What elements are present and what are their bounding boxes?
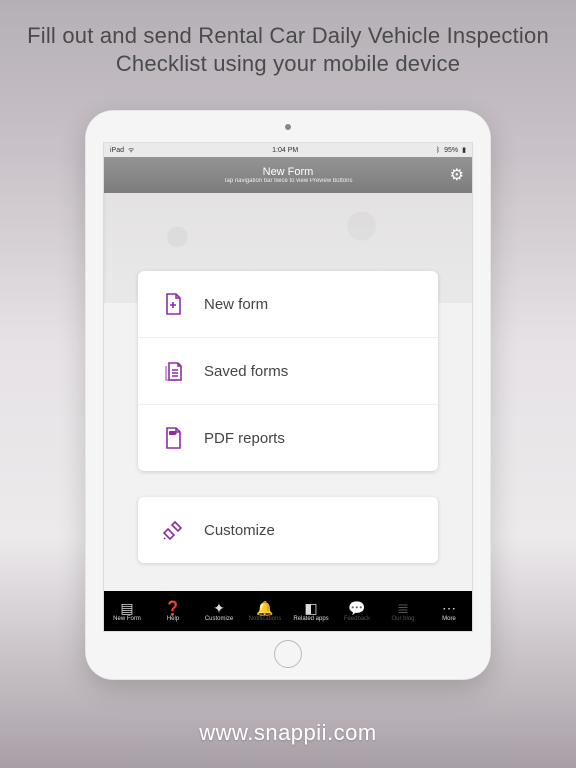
menu-label: Saved forms xyxy=(204,363,288,380)
clock-label: 1:04 PM xyxy=(272,147,298,154)
tab-label: Our blog xyxy=(391,616,414,622)
tab-help[interactable]: ❓ Help xyxy=(150,601,196,622)
secondary-menu-card: Customize xyxy=(138,497,438,563)
menu-item-customize[interactable]: Customize xyxy=(138,497,438,563)
nav-title: New Form Tap navigation bar twice to vie… xyxy=(223,166,352,185)
tab-new-form[interactable]: ▤ New Form xyxy=(104,601,150,622)
battery-icon: ▮ xyxy=(462,146,466,154)
menu-label: PDF reports xyxy=(204,430,285,447)
tab-more[interactable]: ⋯ More xyxy=(426,601,472,622)
carrier-label: iPad xyxy=(110,147,124,154)
device-screen: iPad ᯤ 1:04 PM ᛒ 95% ▮ New Form Tap navi… xyxy=(103,142,473,632)
tab-notifications[interactable]: 🔔 Notifications xyxy=(242,601,288,622)
menu-item-saved-forms[interactable]: Saved forms xyxy=(138,338,438,405)
footer-url: www.snappii.com xyxy=(0,720,576,746)
rss-icon: ≣ xyxy=(397,601,409,615)
tab-label: Customize xyxy=(205,616,233,622)
status-bar: iPad ᯤ 1:04 PM ᛒ 95% ▮ xyxy=(104,143,472,157)
battery-label: 95% xyxy=(444,147,458,154)
tab-label: Feedback xyxy=(344,616,370,622)
form-icon: ▤ xyxy=(120,601,133,615)
tab-feedback[interactable]: 💬 Feedback xyxy=(334,601,380,622)
menu-item-pdf-reports[interactable]: PDF PDF reports xyxy=(138,405,438,471)
tools-icon: ✦ xyxy=(213,601,225,615)
menu-label: Customize xyxy=(204,522,275,539)
tab-bar: ▤ New Form ❓ Help ✦ Customize 🔔 Notifica… xyxy=(104,591,472,631)
tab-label: More xyxy=(442,616,456,622)
promo-headline: Fill out and send Rental Car Daily Vehic… xyxy=(0,0,576,78)
customize-icon xyxy=(160,517,186,543)
tab-label: Notifications xyxy=(249,616,282,622)
nav-bar[interactable]: New Form Tap navigation bar twice to vie… xyxy=(104,157,472,193)
pdf-reports-icon: PDF xyxy=(160,425,186,451)
tab-label: New Form xyxy=(113,616,141,622)
chat-icon: 💬 xyxy=(348,601,365,615)
home-button[interactable] xyxy=(274,640,302,668)
menu-item-new-form[interactable]: New form xyxy=(138,271,438,338)
more-icon: ⋯ xyxy=(442,601,456,615)
tab-customize[interactable]: ✦ Customize xyxy=(196,601,242,622)
tab-our-blog[interactable]: ≣ Our blog xyxy=(380,601,426,622)
device-camera xyxy=(285,124,291,130)
nav-subtitle: Tap navigation bar twice to view Preview… xyxy=(223,178,352,185)
bell-icon: 🔔 xyxy=(256,601,273,615)
gear-icon: ⚙ xyxy=(450,167,464,184)
nav-title-text: New Form xyxy=(263,166,314,178)
new-form-icon xyxy=(160,291,186,317)
tab-label: Help xyxy=(167,616,179,622)
wifi-icon: ᯤ xyxy=(128,146,134,155)
saved-forms-icon xyxy=(160,358,186,384)
tab-label: Related apps xyxy=(293,616,328,622)
settings-button[interactable]: ⚙ xyxy=(450,165,464,185)
menu-label: New form xyxy=(204,296,268,313)
help-icon: ❓ xyxy=(164,601,181,615)
tab-related-apps[interactable]: ◧ Related apps xyxy=(288,601,334,622)
main-menu-card: New form Saved forms PDF xyxy=(138,271,438,471)
svg-text:PDF: PDF xyxy=(170,431,176,435)
ipad-device: iPad ᯤ 1:04 PM ᛒ 95% ▮ New Form Tap navi… xyxy=(85,110,491,680)
apps-icon: ◧ xyxy=(304,601,317,615)
bluetooth-icon: ᛒ xyxy=(436,147,440,154)
